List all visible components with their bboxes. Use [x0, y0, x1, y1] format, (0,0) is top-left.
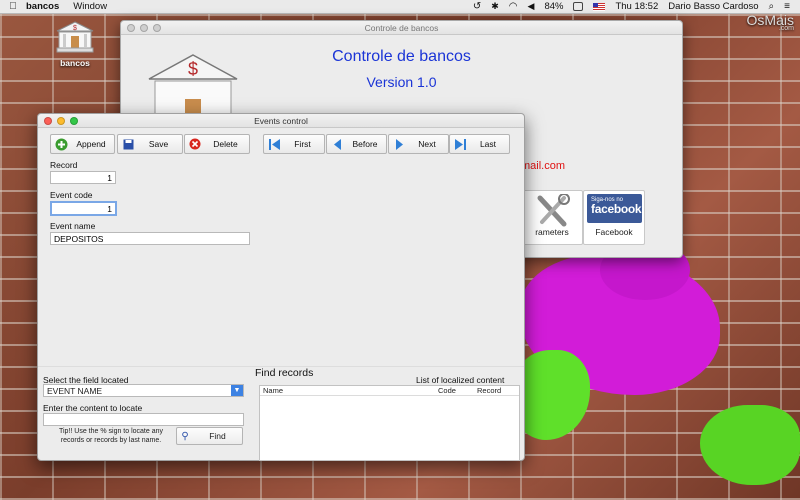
save-icon	[121, 137, 135, 151]
battery-icon[interactable]	[573, 2, 584, 11]
facebook-button[interactable]: Siga-nos no facebook Facebook	[583, 190, 645, 245]
user-name[interactable]: Dario Basso Cardoso	[668, 1, 758, 12]
events-control-window: Events control Append Save Delete First …	[37, 113, 525, 461]
next-record-icon	[392, 137, 406, 151]
facebook-label: Facebook	[595, 227, 633, 237]
record-field[interactable]: 1	[50, 171, 116, 184]
find-button[interactable]: ⚲ Find	[176, 427, 243, 445]
events-window-title: Events control	[254, 115, 308, 126]
bank-icon: $	[56, 21, 94, 53]
event-name-field[interactable]: DEPOSITOS	[50, 232, 250, 245]
desktop-icon-bancos[interactable]: $ bancos	[52, 20, 98, 68]
field-select[interactable]: EVENT NAME ▼	[43, 384, 244, 397]
save-button[interactable]: Save	[117, 134, 183, 154]
add-icon	[54, 137, 68, 151]
find-records-title: Find records	[255, 367, 314, 379]
menu-bar:  bancos Window ↺ ✱ ◠ ◀ 84% Thu 18:52 Da…	[0, 0, 800, 14]
search-tip: Tip!! Use the % sign to locate any recor…	[58, 428, 163, 444]
minimize-button[interactable]	[140, 24, 148, 32]
svg-text:$: $	[73, 25, 77, 32]
battery-percent[interactable]: 84%	[544, 1, 563, 12]
first-record-icon	[267, 137, 281, 151]
next-button[interactable]: Next	[388, 134, 449, 154]
parameters-label: rameters	[535, 227, 569, 237]
event-name-label: Event name	[50, 221, 96, 231]
last-button[interactable]: Last	[449, 134, 510, 154]
magnifier-icon: ⚲	[181, 430, 189, 442]
tools-icon	[537, 193, 570, 227]
field-select-value: EVENT NAME	[47, 386, 103, 396]
bluetooth-icon[interactable]: ✱	[491, 1, 499, 12]
delete-icon	[188, 137, 202, 151]
column-record[interactable]: Record	[477, 386, 501, 395]
brand-logo: OsMais .com	[747, 12, 794, 32]
clock[interactable]: Thu 18:52	[615, 1, 658, 12]
facebook-logo: Siga-nos no facebook	[587, 194, 642, 223]
events-window-titlebar[interactable]: Events control	[38, 114, 524, 128]
green-splash-2	[700, 405, 800, 485]
app-version: Version 1.0	[366, 74, 437, 90]
menu-window[interactable]: Window	[73, 1, 107, 12]
apple-menu-icon[interactable]: 	[0, 1, 26, 12]
menu-app-name[interactable]: bancos	[26, 1, 59, 12]
append-button[interactable]: Append	[50, 134, 115, 154]
menu-list-icon[interactable]: ≡	[784, 1, 790, 12]
main-window-title: Controle de bancos	[364, 22, 439, 33]
close-button[interactable]	[44, 117, 52, 125]
email-link[interactable]: mail.com	[521, 160, 565, 172]
volume-icon[interactable]: ◀	[528, 1, 535, 12]
search-icon[interactable]: ⌕	[769, 1, 775, 12]
chevron-down-icon[interactable]: ▼	[231, 385, 243, 396]
facebook-logo-big: facebook	[591, 202, 642, 216]
column-code[interactable]: Code	[438, 386, 456, 395]
table-header: Name Code Record	[260, 386, 519, 396]
app-title: Controle de bancos	[332, 48, 471, 65]
event-code-field[interactable]: 1	[50, 201, 117, 216]
input-source-flag-icon[interactable]	[593, 2, 606, 11]
content-input[interactable]	[43, 413, 244, 426]
close-button[interactable]	[127, 24, 135, 32]
column-name[interactable]: Name	[263, 386, 283, 395]
first-button[interactable]: First	[263, 134, 325, 154]
list-title: List of localized content	[416, 375, 505, 385]
zoom-button[interactable]	[70, 117, 78, 125]
record-label: Record	[50, 160, 78, 170]
results-table[interactable]: Name Code Record	[259, 385, 520, 461]
last-record-icon	[453, 137, 467, 151]
previous-record-icon	[330, 137, 344, 151]
minimize-button[interactable]	[57, 117, 65, 125]
main-window-titlebar[interactable]: Controle de bancos	[121, 21, 682, 35]
find-button-label: Find	[209, 431, 226, 441]
before-button[interactable]: Before	[326, 134, 387, 154]
content-label: Enter the content to locate	[43, 403, 143, 413]
time-machine-icon[interactable]: ↺	[473, 1, 481, 12]
delete-button[interactable]: Delete	[184, 134, 250, 154]
parameters-button[interactable]: rameters	[521, 190, 583, 245]
desktop-icon-label: bancos	[60, 58, 90, 68]
event-code-label: Event code	[50, 190, 93, 200]
zoom-button[interactable]	[153, 24, 161, 32]
wifi-icon[interactable]: ◠	[509, 1, 518, 12]
